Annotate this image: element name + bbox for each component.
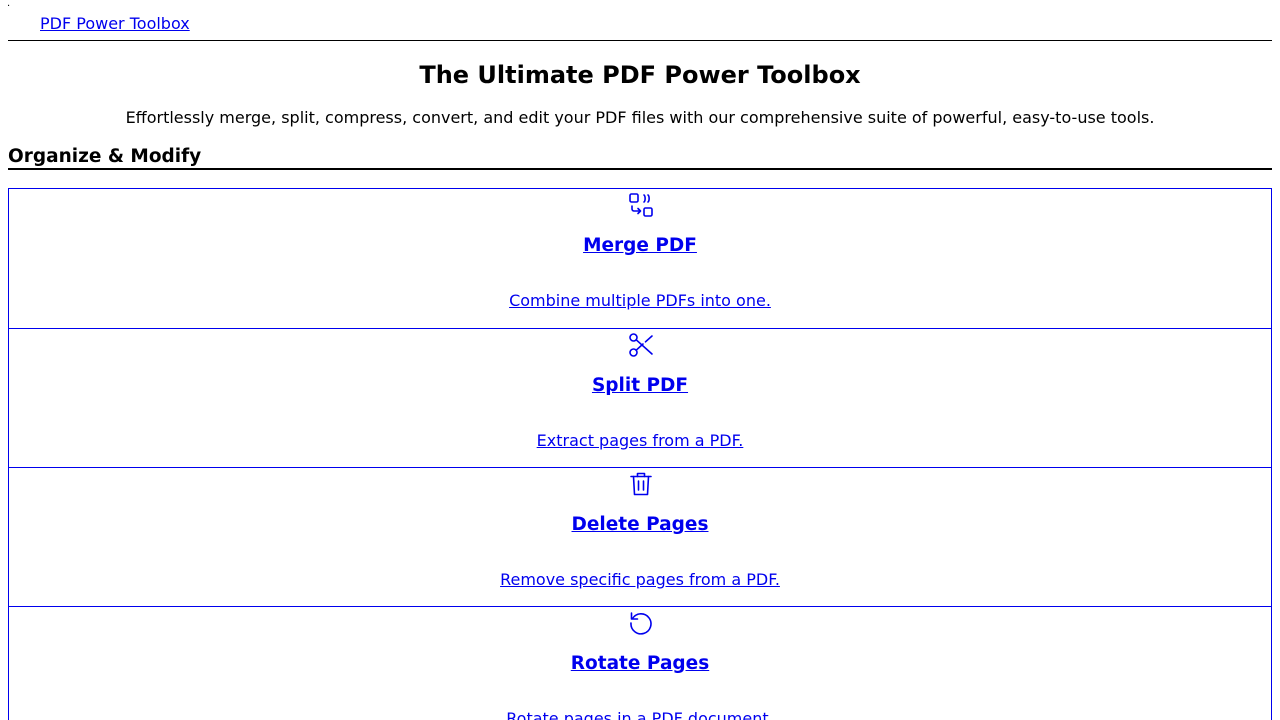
tool-card-merge-pdf[interactable]: Merge PDF Combine multiple PDFs into one… (8, 188, 1272, 329)
tool-description: Remove specific pages from a PDF. (500, 570, 780, 589)
tool-name: Split PDF (591, 375, 689, 396)
page-subtitle: Effortlessly merge, split, compress, con… (125, 108, 1155, 127)
tool-description: Rotate pages in a PDF document. (506, 709, 774, 720)
tool-list: Merge PDF Combine multiple PDFs into one… (8, 188, 1272, 720)
section-title-organize-modify: Organize & Modify (8, 146, 1272, 170)
tool-description: Extract pages from a PDF. (536, 431, 744, 450)
page-title: The Ultimate PDF Power Toolbox (419, 61, 861, 89)
page: · PDF Power Toolbox The Ultimate PDF Pow… (0, 0, 1280, 720)
tool-name: Merge PDF (583, 235, 697, 256)
tool-description: Combine multiple PDFs into one. (509, 291, 771, 310)
tool-card-delete-pages[interactable]: Delete Pages Remove specific pages from … (8, 467, 1272, 607)
tool-name: Rotate Pages (570, 653, 710, 674)
trash-icon (627, 470, 655, 498)
rotate-icon (627, 609, 655, 637)
tool-card-rotate-pages[interactable]: Rotate Pages Rotate pages in a PDF docum… (8, 606, 1272, 720)
tool-card-split-pdf[interactable]: Split PDF Extract pages from a PDF. (8, 328, 1272, 468)
scissors-icon (627, 331, 655, 359)
brand-link[interactable]: PDF Power Toolbox (40, 14, 190, 34)
merge-icon (627, 191, 655, 219)
tool-name: Delete Pages (571, 514, 709, 535)
site-header: PDF Power Toolbox (8, 0, 1272, 41)
